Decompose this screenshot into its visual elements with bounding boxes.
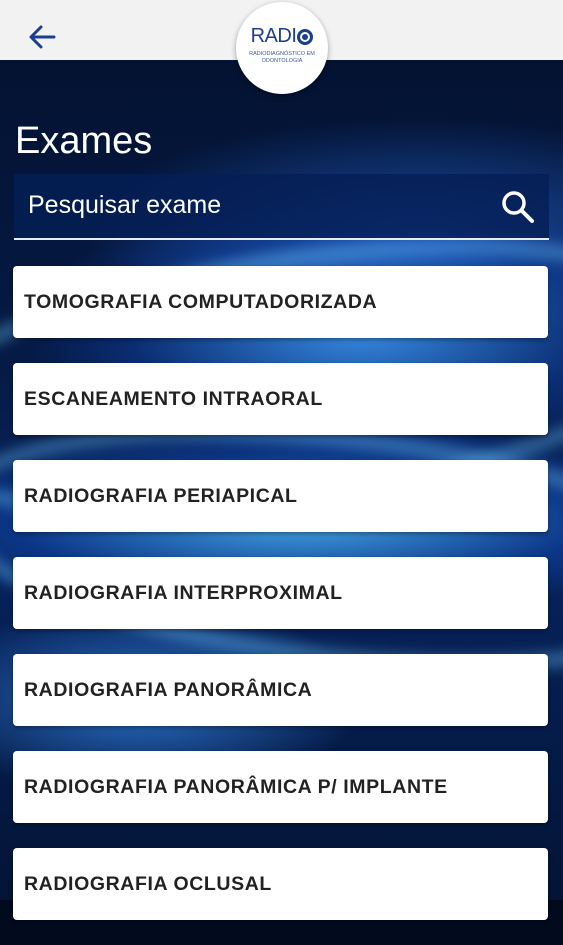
arrow-left-icon xyxy=(29,25,56,49)
logo-o-mark xyxy=(297,28,314,45)
search-bar xyxy=(14,174,549,240)
app-logo: RADI RADIODIAGNÓSTICO EM ODONTOLOGIA xyxy=(236,2,328,94)
exam-item-radiografia-periapical[interactable]: RADIOGRAFIA PERIAPICAL xyxy=(13,460,548,532)
search-icon xyxy=(502,191,534,223)
logo-word-text: RADI xyxy=(250,25,297,47)
exam-list: TOMOGRAFIA COMPUTADORIZADA ESCANEAMENTO … xyxy=(13,266,548,945)
exam-item-radiografia-panoramica[interactable]: RADIOGRAFIA PANORÂMICA xyxy=(13,654,548,726)
exam-item-radiografia-interproximal[interactable]: RADIOGRAFIA INTERPROXIMAL xyxy=(13,557,548,629)
exam-item-label: ESCANEAMENTO INTRAORAL xyxy=(24,387,323,410)
page-title: Exames xyxy=(15,120,153,162)
exam-item-radiografia-panoramica-implante[interactable]: RADIOGRAFIA PANORÂMICA P/ IMPLANTE xyxy=(13,751,548,823)
exam-item-radiografia-oclusal[interactable]: RADIOGRAFIA OCLUSAL xyxy=(13,848,548,920)
exam-item-label: RADIOGRAFIA PANORÂMICA xyxy=(24,678,313,701)
logo-wordmark: RADI xyxy=(251,25,314,48)
back-button[interactable] xyxy=(22,16,62,56)
search-input[interactable] xyxy=(14,174,484,236)
search-button[interactable] xyxy=(499,188,537,226)
exam-item-label: RADIOGRAFIA OCLUSAL xyxy=(24,872,272,895)
exam-item-label: TOMOGRAFIA COMPUTADORIZADA xyxy=(24,290,378,313)
exam-item-label: RADIOGRAFIA INTERPROXIMAL xyxy=(24,581,343,604)
exam-item-label: RADIOGRAFIA PERIAPICAL xyxy=(24,484,298,507)
logo-tagline: RADIODIAGNÓSTICO EM ODONTOLOGIA xyxy=(249,51,315,64)
exam-item-label: RADIOGRAFIA PANORÂMICA P/ IMPLANTE xyxy=(24,775,448,798)
exam-item-tomografia-computadorizada[interactable]: TOMOGRAFIA COMPUTADORIZADA xyxy=(13,266,548,338)
exam-item-escaneamento-intraoral[interactable]: ESCANEAMENTO INTRAORAL xyxy=(13,363,548,435)
